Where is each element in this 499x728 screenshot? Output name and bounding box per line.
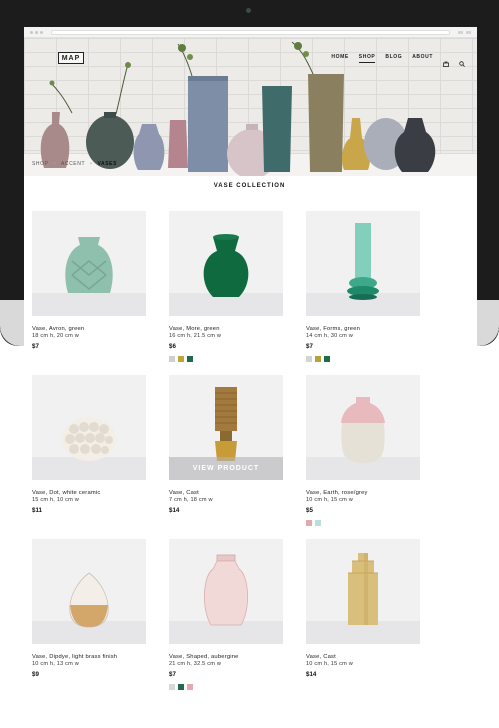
product-dimensions: 7 cm h, 18 cm w [169, 497, 213, 504]
vase-forms-image [347, 223, 379, 300]
breadcrumb-accent[interactable]: ACCENT [61, 161, 85, 167]
nav-home[interactable]: HOME [331, 54, 348, 60]
maximize-dot-icon[interactable] [40, 30, 43, 34]
product-name[interactable]: Vase, Earth, rose/grey [306, 490, 420, 497]
breadcrumb-shop[interactable]: SHOP [32, 161, 49, 167]
product-card[interactable]: Vase, Forms, green 14 cm h, 30 cm w $7 [306, 211, 420, 363]
nav-about[interactable]: ABOUT [412, 54, 433, 60]
extension-icon[interactable] [458, 30, 463, 34]
product-price: $7 [169, 671, 176, 679]
product-dimensions: 10 cm h, 15 cm w [306, 497, 354, 504]
product-price: $7 [306, 343, 313, 351]
product-card[interactable]: Vase, More, green 16 cm h, 21.5 cm w $6 [169, 211, 283, 363]
product-name[interactable]: Vase, Cast [169, 490, 283, 497]
product-dimensions: 15 cm h, 10 cm w [32, 497, 80, 504]
product-dimensions: 14 cm h, 30 cm w [306, 333, 354, 340]
product-dimensions: 16 cm h, 21.5 cm w [169, 333, 222, 340]
color-swatches [169, 356, 283, 363]
product-card[interactable]: Vase, Dot, white ceramic 15 cm h, 10 cm … [32, 375, 146, 514]
close-dot-icon[interactable] [30, 30, 33, 34]
hero-banner: MAP HOME SHOP BLOG ABOUT [24, 38, 477, 176]
product-dimensions: 21 cm h, 32.5 cm w [169, 661, 222, 668]
product-name[interactable]: Vase, Cast [306, 654, 420, 661]
product-name[interactable]: Vase, More, green [169, 326, 283, 333]
product-card[interactable]: Vase, Avron, green 18 cm h, 20 cm w $7 [32, 211, 146, 350]
product-name[interactable]: Vase, Dot, white ceramic [32, 490, 146, 497]
window-controls [30, 30, 43, 34]
browser-actions [458, 30, 471, 34]
color-swatch[interactable] [187, 356, 193, 363]
product-price: $6 [169, 343, 176, 351]
nav-shop[interactable]: SHOP [358, 54, 376, 63]
main-nav: HOME SHOP BLOG ABOUT [331, 54, 465, 67]
vase-earth-image [341, 397, 385, 463]
product-image[interactable] [32, 211, 146, 316]
product-name[interactable]: Vase, Shaped, aubergine [169, 654, 283, 661]
product-image[interactable] [169, 539, 283, 644]
product-image[interactable] [306, 539, 420, 644]
cart-icon[interactable] [443, 54, 449, 67]
color-swatch[interactable] [315, 356, 321, 363]
product-dimensions: 10 cm h, 15 cm w [306, 661, 354, 668]
search-icon[interactable] [459, 54, 465, 67]
product-card[interactable]: Vase, Shaped, aubergine 21 cm h, 32.5 cm… [169, 539, 283, 691]
address-bar[interactable] [51, 29, 450, 35]
product-name[interactable]: Vase, Dipdye, light brass finish [32, 654, 146, 661]
product-price: $9 [32, 671, 39, 679]
product-price: $5 [306, 507, 313, 515]
minimize-dot-icon[interactable] [35, 30, 38, 34]
product-name[interactable]: Vase, Avron, green [32, 326, 146, 333]
color-swatch[interactable] [306, 356, 312, 363]
product-dimensions: 10 cm h, 13 cm w [32, 661, 80, 668]
color-swatch[interactable] [315, 520, 321, 527]
site-logo[interactable]: MAP [58, 52, 84, 64]
product-card[interactable]: Vase, Dipdye, light brass finish 10 cm h… [32, 539, 146, 678]
color-swatch[interactable] [306, 520, 312, 527]
breadcrumb: SHOP • ACCENT • VASES [32, 161, 117, 167]
product-image[interactable] [306, 211, 420, 316]
color-swatch[interactable] [169, 356, 175, 363]
product-image[interactable] [32, 375, 146, 480]
product-card[interactable]: Vase, Cast 10 cm h, 15 cm w $14 [306, 539, 420, 678]
product-price: $11 [32, 507, 42, 515]
product-image[interactable] [169, 211, 283, 316]
color-swatches [169, 684, 283, 691]
browser-toolbar [24, 27, 477, 38]
vase-cast-brass-image [348, 553, 378, 625]
product-name[interactable]: Vase, Forms, green [306, 326, 420, 333]
view-product-button[interactable]: VIEW PRODUCT [169, 457, 283, 480]
vase-avron-image [65, 237, 113, 293]
product-image[interactable] [32, 539, 146, 644]
color-swatch[interactable] [187, 684, 193, 691]
breadcrumb-separator: • [53, 161, 56, 167]
product-image[interactable]: VIEW PRODUCT [169, 375, 283, 480]
color-swatch[interactable] [178, 356, 184, 363]
camera-icon [246, 8, 251, 13]
product-price: $7 [32, 343, 39, 351]
color-swatch[interactable] [169, 684, 175, 691]
product-image[interactable] [306, 375, 420, 480]
page-title: VASE COLLECTION [213, 183, 286, 189]
menu-icon[interactable] [466, 30, 471, 34]
product-price: $14 [306, 671, 317, 679]
vase-shaped-image [204, 554, 248, 626]
product-card[interactable]: VIEW PRODUCT Vase, Cast 7 cm h, 18 cm w … [169, 375, 283, 514]
breadcrumb-vases: VASES [97, 161, 118, 167]
color-swatches [306, 520, 420, 527]
vase-more-image [203, 234, 249, 297]
color-swatches [306, 356, 420, 363]
color-swatch[interactable] [324, 356, 330, 363]
breadcrumb-separator: • [90, 161, 93, 167]
nav-blog[interactable]: BLOG [385, 54, 402, 60]
product-price: $14 [169, 507, 180, 515]
color-swatch[interactable] [178, 684, 184, 691]
vase-dipdye-image [69, 572, 109, 628]
product-dimensions: 18 cm h, 20 cm w [32, 333, 80, 340]
product-card[interactable]: Vase, Earth, rose/grey 10 cm h, 15 cm w … [306, 375, 420, 527]
vase-dot-image [62, 417, 116, 461]
